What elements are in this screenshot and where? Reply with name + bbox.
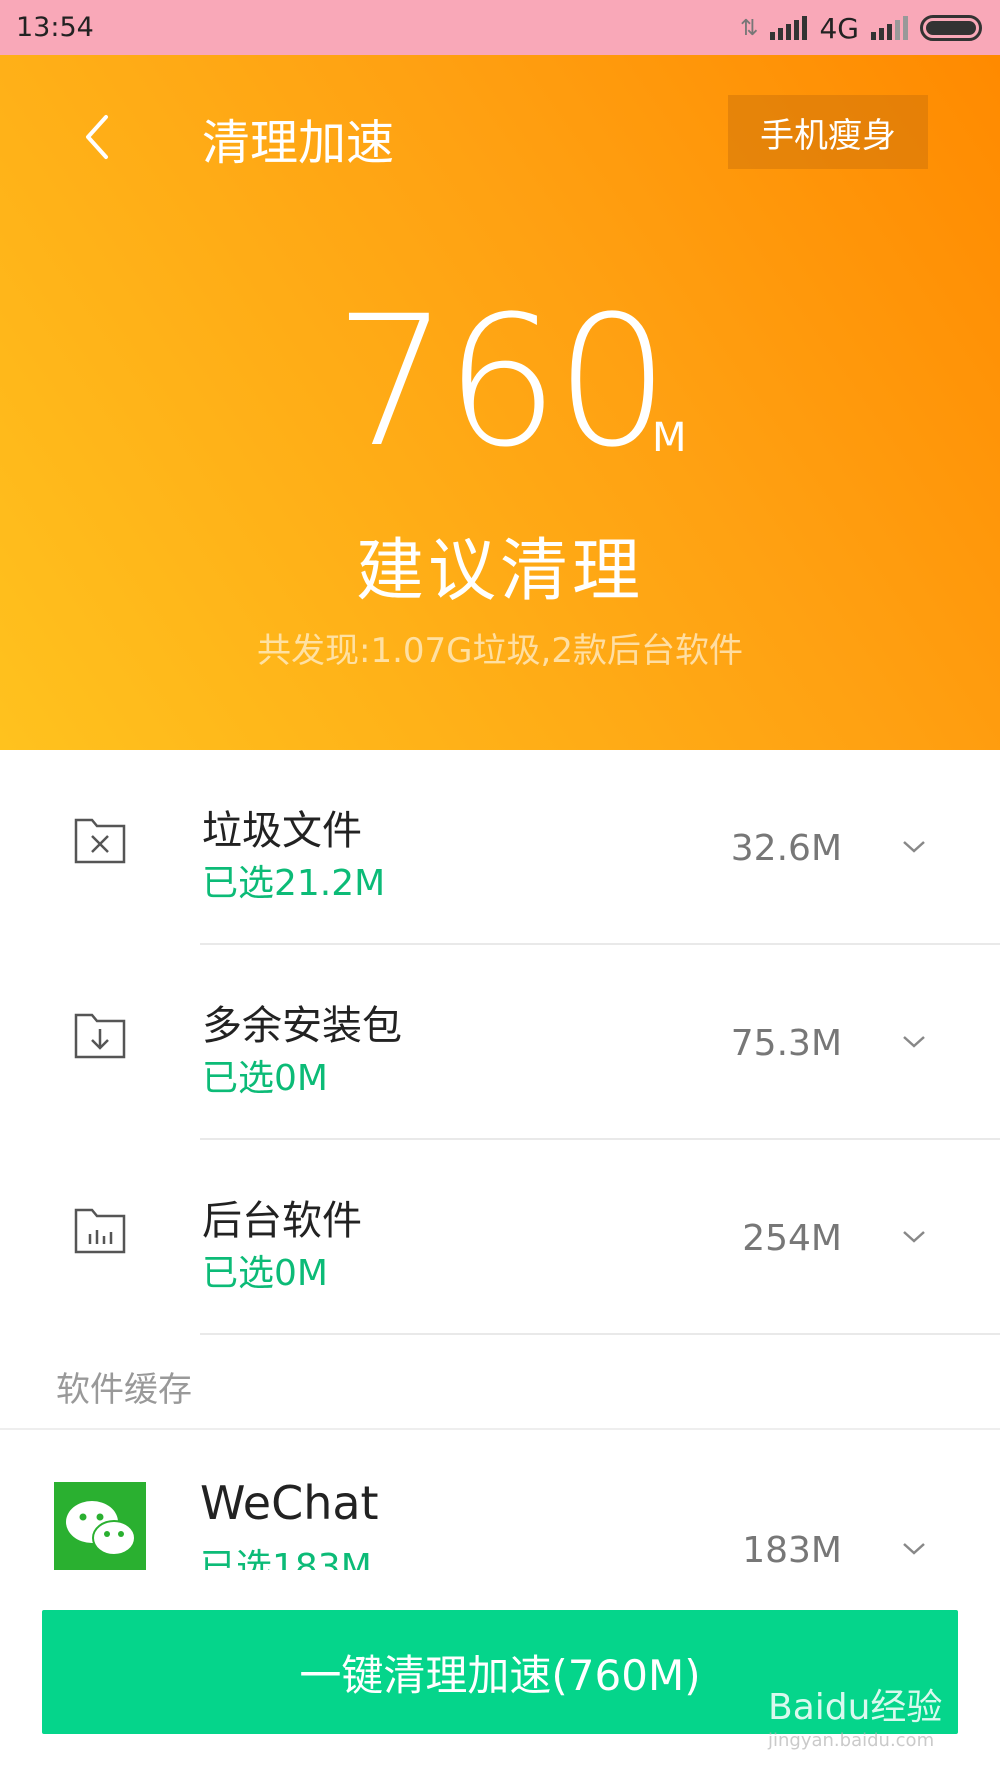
item-size: 75.3M (730, 1023, 842, 1064)
list-item-background-apps[interactable]: 后台软件 已选0M 254M (0, 1140, 1000, 1335)
app-name: WeChat (200, 1476, 379, 1530)
list-item-wechat[interactable]: WeChat 已选183M 183M (0, 1430, 1000, 1570)
page-title: 清理加速 (202, 115, 395, 171)
install-package-icon (70, 1003, 130, 1063)
item-selected: 已选0M (202, 1058, 328, 1099)
app-size: 183M (742, 1530, 842, 1570)
battery-icon (920, 15, 982, 41)
watermark-url: jingyan.baidu.com (768, 1730, 935, 1751)
hero-panel: 清理加速 手机瘦身 760 M 建议清理 共发现:1.07G垃圾,2款后台软件 (0, 55, 1000, 750)
app-selected: 已选183M (200, 1547, 372, 1570)
item-size: 32.6M (730, 828, 842, 869)
data-transfer-icon: ⇅ (740, 15, 759, 41)
back-arrow-icon[interactable] (78, 107, 118, 167)
network-type: 4G (819, 11, 859, 45)
wechat-icon (54, 1482, 146, 1570)
item-selected: 已选0M (202, 1253, 328, 1294)
cleanable-amount: 760 (0, 283, 1000, 483)
signal-icon (770, 16, 808, 40)
item-name: 多余安装包 (202, 1003, 402, 1049)
item-size: 254M (742, 1218, 842, 1259)
baidu-watermark: Baidu经验 jingyan.baidu.com (768, 1678, 942, 1751)
amount-value: 760 (334, 278, 670, 487)
found-summary: 共发现:1.07G垃圾,2款后台软件 (257, 631, 743, 671)
background-app-icon (70, 1198, 130, 1258)
divider (200, 1333, 1000, 1335)
section-label-app-cache: 软件缓存 (56, 1370, 192, 1410)
suggestion-text: 建议清理 (355, 532, 644, 611)
list-item-junk-files[interactable]: 垃圾文件 已选21.2M 32.6M (0, 750, 1000, 945)
amount-unit: M (652, 415, 687, 461)
item-name: 垃圾文件 (202, 808, 362, 854)
chevron-down-icon[interactable] (900, 1033, 928, 1051)
junk-file-icon (70, 808, 130, 868)
item-selected: 已选21.2M (202, 863, 386, 904)
status-bar: 13:54 ⇅ 4G (0, 0, 1000, 55)
phone-slim-button[interactable]: 手机瘦身 (728, 95, 928, 169)
signal-icon (871, 16, 908, 40)
watermark-text: Baidu经验 (768, 1687, 943, 1728)
chevron-down-icon[interactable] (900, 838, 928, 856)
status-icons: ⇅ 4G (740, 10, 982, 46)
chevron-down-icon[interactable] (900, 1540, 928, 1558)
item-name: 后台软件 (202, 1198, 362, 1244)
list-item-install-packages[interactable]: 多余安装包 已选0M 75.3M (0, 945, 1000, 1140)
chevron-down-icon[interactable] (900, 1228, 928, 1246)
status-time: 13:54 (16, 12, 94, 43)
